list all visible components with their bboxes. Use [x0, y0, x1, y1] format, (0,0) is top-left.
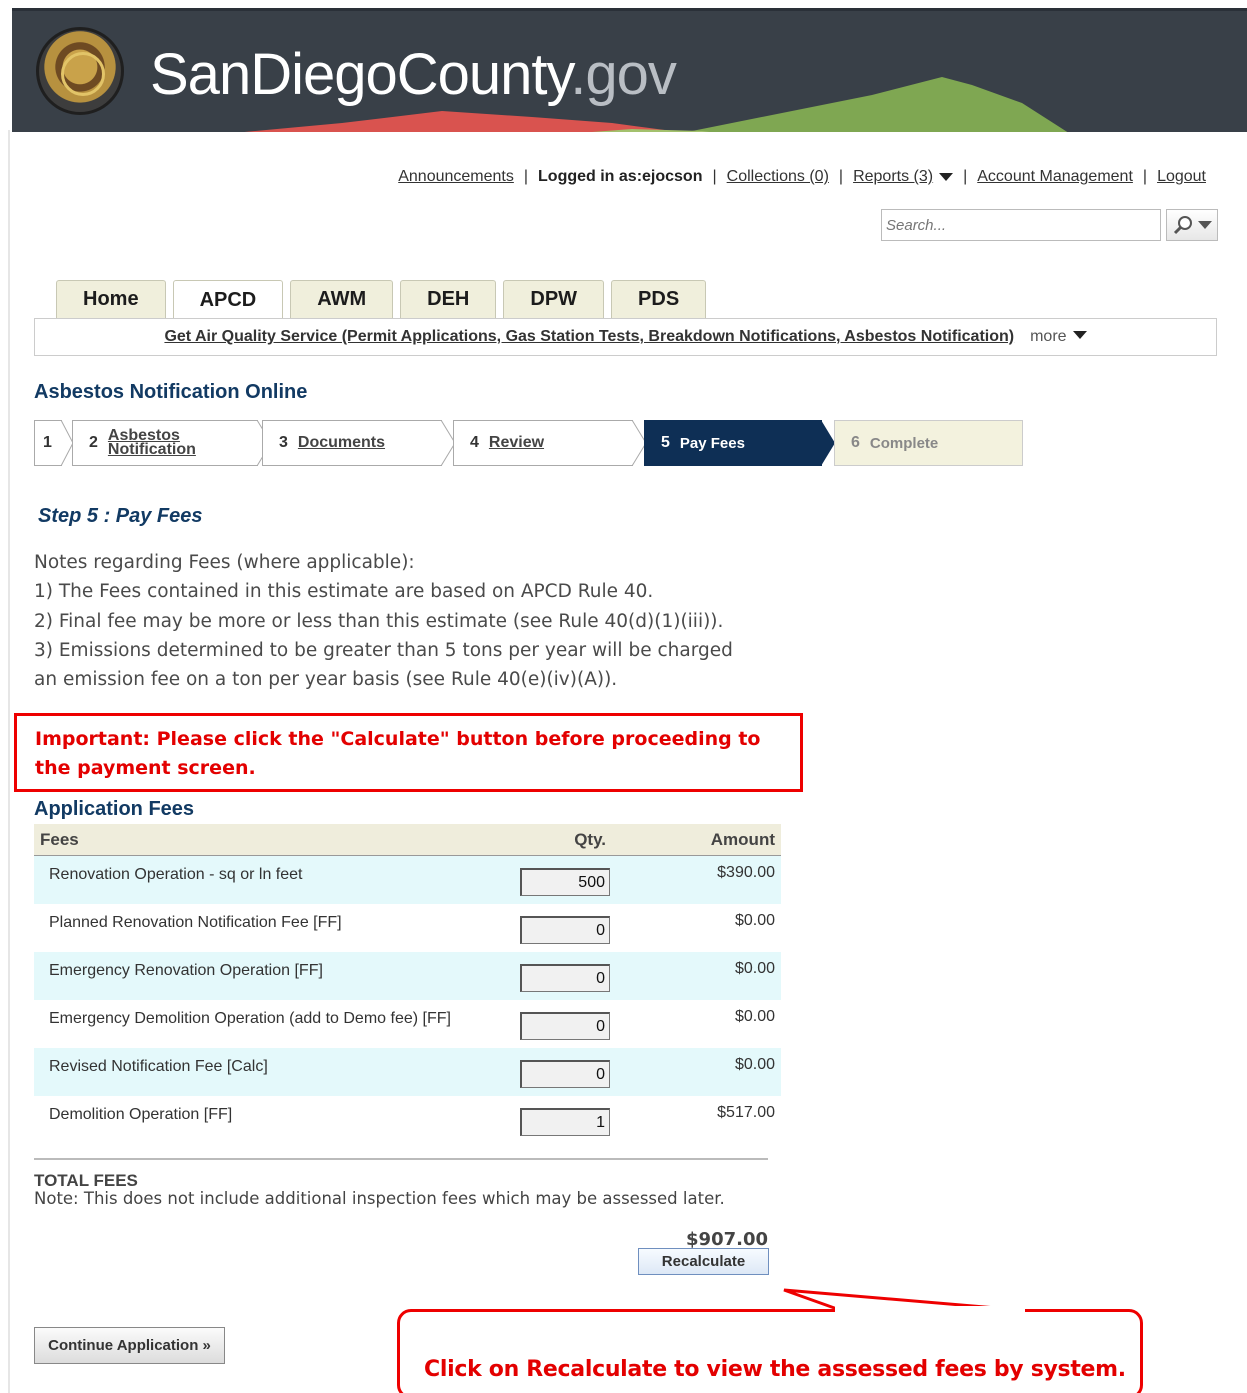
announcements-link[interactable]: Announcements — [398, 168, 514, 186]
page-title: Asbestos Notification Online — [34, 381, 308, 403]
table-row: Emergency Demolition Operation (add to D… — [34, 1000, 781, 1048]
more-menu[interactable]: more — [1030, 328, 1087, 346]
tab-awm[interactable]: AWM — [290, 280, 394, 318]
air-quality-service-link[interactable]: Get Air Quality Service (Permit Applicat… — [164, 328, 1014, 346]
step-title: Step 5 : Pay Fees — [38, 505, 203, 527]
top-links: Announcements | Logged in as: ejocson | C… — [398, 168, 1206, 186]
step-4-link[interactable]: Review — [489, 434, 544, 452]
qty-input[interactable]: 0 — [520, 964, 610, 992]
table-row: Planned Renovation Notification Fee [FF]… — [34, 904, 781, 952]
sub-navigation: Get Air Quality Service (Permit Applicat… — [34, 318, 1217, 356]
step-4[interactable]: 4 Review — [453, 420, 633, 466]
collections-link[interactable]: Collections (0) — [727, 168, 829, 186]
table-row: Demolition Operation [FF] 1 $517.00 — [34, 1096, 781, 1144]
reports-link[interactable]: Reports (3) — [853, 168, 933, 186]
account-management-link[interactable]: Account Management — [977, 168, 1133, 186]
logged-in-label: Logged in as: — [538, 168, 643, 185]
step-5-current: 5 Pay Fees — [644, 420, 822, 466]
left-rule — [8, 130, 10, 1393]
step-3[interactable]: 3 Documents — [262, 420, 442, 466]
qty-input[interactable]: 0 — [520, 916, 610, 944]
step-1[interactable]: 1 — [34, 420, 62, 466]
qty-input[interactable]: 0 — [520, 1012, 610, 1040]
total-fees-label: TOTAL FEES — [34, 1171, 138, 1190]
reports-dropdown-icon[interactable] — [939, 173, 954, 181]
search-input[interactable] — [881, 209, 1161, 241]
important-notice: Important: Please click the "Calculate" … — [14, 713, 803, 792]
step-6: 6 Complete — [834, 420, 1023, 466]
search-options-icon — [1198, 221, 1212, 229]
total-fees-amount: $907.00 — [686, 1229, 768, 1250]
tab-pds[interactable]: PDS — [611, 280, 707, 318]
department-tabs: Home APCD AWM DEH DPW PDS — [56, 280, 707, 319]
logout-link[interactable]: Logout — [1157, 168, 1206, 186]
qty-input[interactable]: 500 — [520, 868, 610, 896]
callout-gap — [835, 1306, 1025, 1314]
qty-input[interactable]: 1 — [520, 1108, 610, 1136]
step-2-link[interactable]: Asbestos Notification — [108, 428, 196, 458]
site-banner: SanDiegoCounty.gov — [12, 8, 1247, 132]
tab-apcd[interactable]: APCD — [172, 280, 284, 319]
step-3-link[interactable]: Documents — [298, 434, 385, 452]
total-fees-note: Note: This does not include additional i… — [34, 1189, 725, 1208]
continue-application-button[interactable]: Continue Application » — [34, 1327, 225, 1364]
annotation-text: Click on Recalculate to view the assesse… — [424, 1357, 1126, 1382]
search-icon — [1173, 216, 1192, 235]
application-fees-title: Application Fees — [34, 798, 195, 820]
search-button[interactable] — [1166, 209, 1218, 241]
fees-table-header: Fees Qty. Amount — [34, 824, 781, 856]
more-dropdown-icon — [1072, 331, 1087, 339]
tab-deh[interactable]: DEH — [400, 280, 497, 318]
fees-table: Fees Qty. Amount Renovation Operation - … — [34, 824, 781, 1144]
tab-dpw[interactable]: DPW — [503, 280, 605, 318]
step-2[interactable]: 2 Asbestos Notification — [72, 420, 258, 466]
table-row: Emergency Renovation Operation [FF] 0 $0… — [34, 952, 781, 1000]
divider — [34, 1158, 768, 1160]
qty-input[interactable]: 0 — [520, 1060, 610, 1088]
county-seal-icon[interactable] — [36, 27, 124, 115]
username: ejocson — [642, 168, 703, 185]
tab-home[interactable]: Home — [56, 280, 166, 318]
fee-notes: Notes regarding Fees (where applicable):… — [34, 552, 733, 691]
recalculate-button[interactable]: Recalculate — [638, 1248, 769, 1275]
table-row: Renovation Operation - sq or ln feet 500… — [34, 856, 781, 904]
site-logo[interactable]: SanDiegoCounty.gov — [150, 41, 677, 108]
table-row: Revised Notification Fee [Calc] 0 $0.00 — [34, 1048, 781, 1096]
